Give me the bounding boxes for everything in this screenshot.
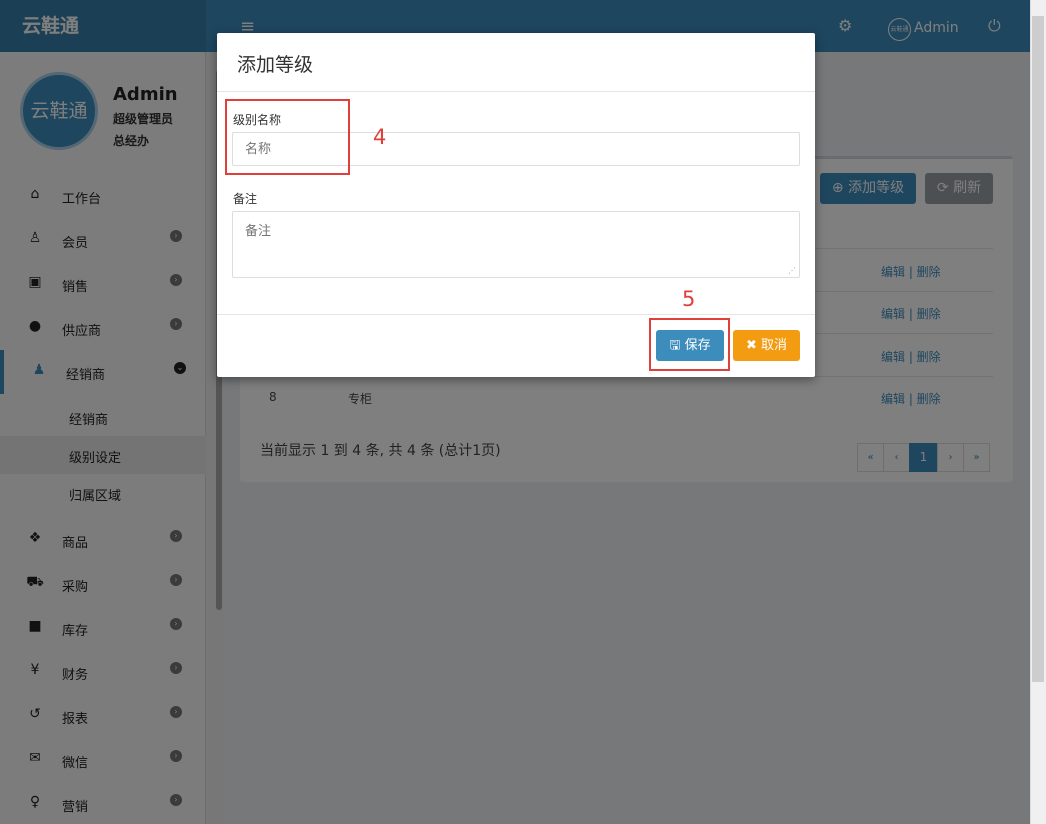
- cancel-button-label: 取消: [761, 338, 788, 353]
- resize-grip-icon[interactable]: ⋰: [788, 266, 796, 275]
- page-scrollbar-thumb[interactable]: [1032, 16, 1044, 682]
- remark-label: 备注: [233, 192, 258, 206]
- annotation-number-step-5: 5: [682, 287, 696, 311]
- annotation-box-step-4: [225, 99, 350, 175]
- cancel-button[interactable]: ✖ 取消: [733, 330, 800, 361]
- remark-textarea[interactable]: [232, 211, 800, 278]
- annotation-number-step-4: 4: [373, 125, 387, 149]
- modal-divider: [217, 91, 815, 92]
- annotation-box-step-5: [649, 318, 730, 371]
- modal-title: 添加等级: [237, 54, 314, 76]
- modal-divider: [217, 314, 815, 315]
- close-icon: ✖: [745, 338, 757, 353]
